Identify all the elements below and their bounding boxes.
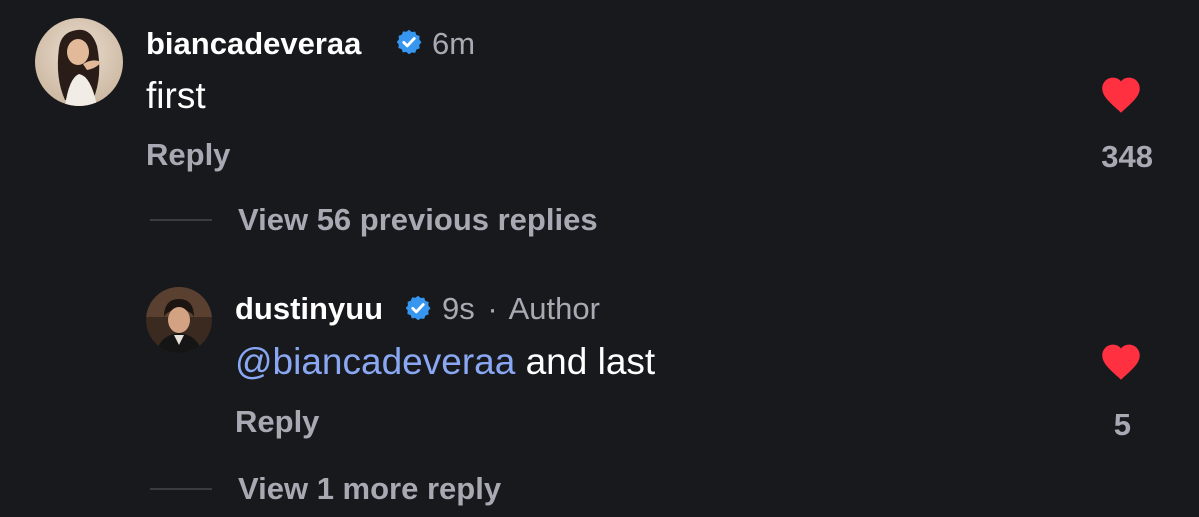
avatar[interactable] [146,287,212,353]
thread-divider [150,488,212,490]
comment-text: first [146,75,206,116]
author-label: Author [508,291,600,326]
reply-text: @biancadeveraa and last [235,343,655,380]
avatar[interactable] [35,18,123,106]
like-count: 5 [1113,407,1131,442]
thread-divider [150,219,212,221]
like-count: 348 [1101,139,1153,174]
reply-username[interactable]: dustinyuu [235,293,383,324]
mention-link[interactable]: @biancadeveraa [235,341,515,382]
reply-body-text: and last [525,341,656,382]
meta-separator: · [487,291,498,326]
view-previous-replies-button[interactable]: View 56 previous replies [238,204,598,235]
heart-filled-icon[interactable] [1099,74,1143,114]
reply-meta: 9s · Author [442,293,600,324]
reply-timestamp: 9s [442,291,475,326]
reply-button[interactable]: Reply [235,406,319,437]
heart-filled-icon[interactable] [1099,341,1143,381]
view-more-replies-button[interactable]: View 1 more reply [238,473,501,504]
verified-badge-icon [396,29,422,55]
reply-button[interactable]: Reply [146,139,230,170]
comment-timestamp: 6m [432,26,476,61]
verified-badge-icon [405,295,431,321]
comment-username[interactable]: biancadeveraa [146,28,361,59]
